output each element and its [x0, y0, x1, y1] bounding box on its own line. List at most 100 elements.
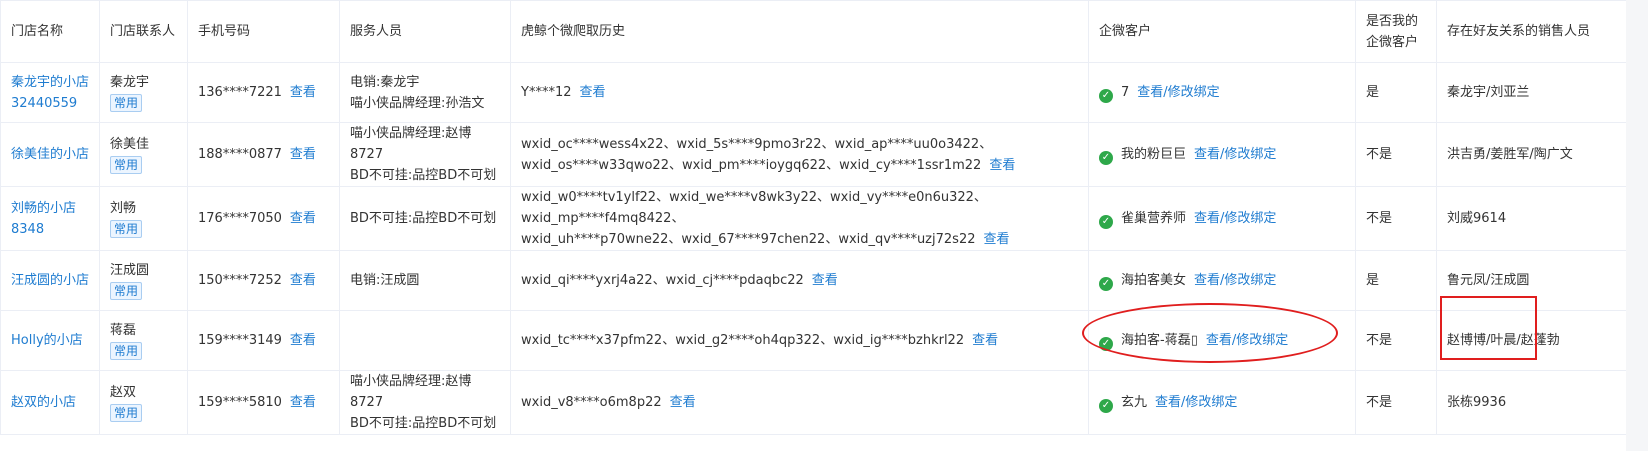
view-phone-link[interactable]: 查看: [290, 333, 316, 348]
view-history-link[interactable]: 查看: [989, 158, 1015, 173]
view-edit-binding-link[interactable]: 查看/修改绑定: [1194, 211, 1276, 226]
common-tag: 常用: [110, 219, 143, 238]
view-phone-link[interactable]: 查看: [290, 147, 316, 162]
table-row: 刘畅的小店8348 刘畅常用 176****7050 查看 BD不可挂:品控BD不…: [0, 186, 1627, 251]
service-staff-cell: 电销:秦龙宇喵小侠品牌经理:孙浩文: [339, 62, 511, 123]
service-staff-cell: BD不可挂:品控BD不可划: [339, 186, 511, 251]
table-row: Holly的小店 蒋磊 常用 159****3149 查看 wxid_tc****x…: [0, 310, 1627, 371]
service-staff-line: BD不可挂:品控BD不可划: [350, 211, 497, 226]
wecom-customer-name: 我的粉巨巨: [1121, 147, 1187, 162]
service-staff-line: 喵小侠品牌经理:赵博8727: [350, 374, 472, 410]
phone-number: 159****3149: [198, 333, 282, 348]
phone-number: 136****7221: [198, 85, 282, 100]
wecom-customer-cell: ✓ 雀巢营养师 查看/修改绑定: [1088, 186, 1356, 251]
view-history-link[interactable]: 查看: [983, 232, 1009, 247]
view-phone-link[interactable]: 查看: [290, 85, 316, 100]
check-circle-icon: ✓: [1099, 215, 1113, 229]
phone-number: 188****0877: [198, 147, 282, 162]
check-circle-icon: ✓: [1099, 399, 1113, 413]
phone-cell: 188****0877 查看: [187, 122, 340, 187]
common-tag: 常用: [110, 155, 143, 174]
friend-sales-cell: 张栋9936: [1436, 370, 1627, 435]
phone-cell: 159****5810 查看: [187, 370, 340, 435]
service-staff-cell: 电销:汪成圆: [339, 250, 511, 311]
wecom-customer-cell: ✓ 我的粉巨巨 查看/修改绑定: [1088, 122, 1356, 187]
wecom-customer-name: 7: [1121, 85, 1130, 100]
contact-name: 徐美佳: [110, 136, 150, 152]
store-table: 门店名称 门店联系人 手机号码 服务人员 虎鲸个微爬取历史 企微客户 是否我的企…: [0, 0, 1627, 435]
phone-cell: 176****7050 查看: [187, 186, 340, 251]
view-phone-link[interactable]: 查看: [290, 395, 316, 410]
view-history-link[interactable]: 查看: [972, 333, 998, 348]
view-edit-binding-link[interactable]: 查看/修改绑定: [1206, 333, 1288, 348]
view-edit-binding-link[interactable]: 查看/修改绑定: [1194, 273, 1276, 288]
header-store-contact: 门店联系人: [99, 0, 188, 63]
wecom-customer-name: 海拍客美女: [1121, 273, 1187, 288]
store-name-cell: 秦龙宇的小店32440559: [0, 62, 100, 123]
contact-cell: 汪成圆 常用: [99, 250, 188, 311]
view-history-link[interactable]: 查看: [579, 85, 605, 100]
crawl-history-cell: wxid_oc****wess4x22、wxid_5s****9pmo3r22、…: [510, 122, 1089, 187]
service-staff-line: 喵小侠品牌经理:孙浩文: [350, 95, 485, 111]
view-history-link[interactable]: 查看: [812, 273, 838, 288]
phone-cell: 159****3149 查看: [187, 310, 340, 371]
crawl-history-cell: Y****12 查看: [510, 62, 1089, 123]
is-my-customer-cell: 是: [1355, 62, 1437, 123]
store-name-link[interactable]: 徐美佳的小店: [11, 147, 89, 162]
check-circle-icon: ✓: [1099, 277, 1113, 291]
common-tag: 常用: [110, 403, 143, 422]
crawl-history-text: wxid_tc****x37pfm22、wxid_g2****oh4qp322、…: [521, 333, 965, 348]
header-is-my-customer: 是否我的企微客户: [1355, 0, 1437, 63]
wecom-customer-cell: ✓ 7 查看/修改绑定: [1088, 62, 1356, 123]
wecom-customer-name: 雀巢营养师: [1121, 211, 1187, 226]
store-name-cell: 徐美佳的小店: [0, 122, 100, 187]
friend-sales-cell: 赵博博/叶晨/赵蓬勃: [1436, 310, 1627, 371]
view-edit-binding-link[interactable]: 查看/修改绑定: [1155, 395, 1237, 410]
header-wecom-customer: 企微客户: [1088, 0, 1356, 63]
service-staff-line: 喵小侠品牌经理:赵博8727: [350, 126, 472, 162]
header-phone: 手机号码: [187, 0, 340, 63]
table-row: 赵双的小店 赵双 常用 159****5810 查看 喵小侠品牌经理:赵博8727 B…: [0, 370, 1627, 435]
phone-number: 159****5810: [198, 395, 282, 410]
crawl-history-text: wxid_qi****yxrj4a22、wxid_cj****pdaqbc22: [521, 273, 804, 288]
store-name-link[interactable]: Holly的小店: [11, 333, 83, 348]
view-history-link[interactable]: 查看: [670, 395, 696, 410]
crawl-history-cell: wxid_v8****o6m8p22 查看: [510, 370, 1089, 435]
header-crawl-history: 虎鲸个微爬取历史: [510, 0, 1089, 63]
store-name-link[interactable]: 汪成圆的小店: [11, 273, 89, 288]
store-name-link[interactable]: 秦龙宇的小店32440559: [11, 75, 89, 111]
service-staff-line: 电销:秦龙宇: [350, 74, 420, 90]
store-name-link[interactable]: 刘畅的小店8348: [11, 201, 76, 237]
contact-cell: 赵双 常用: [99, 370, 188, 435]
is-my-customer-cell: 不是: [1355, 310, 1437, 371]
friend-sales-cell: 秦龙宇/刘亚兰: [1436, 62, 1627, 123]
view-phone-link[interactable]: 查看: [290, 211, 316, 226]
wecom-customer-name: 玄九: [1121, 395, 1148, 410]
contact-name: 秦龙宇: [110, 74, 150, 90]
check-circle-icon: ✓: [1099, 337, 1113, 351]
contact-cell: 秦龙宇 常用: [99, 62, 188, 123]
store-name-cell: Holly的小店: [0, 310, 100, 371]
store-name-link[interactable]: 赵双的小店: [11, 395, 76, 410]
table-row: 汪成圆的小店 汪成圆 常用 150****7252 查看 电销:汪成圆 wxid_q…: [0, 250, 1627, 311]
phone-cell: 136****7221 查看: [187, 62, 340, 123]
view-edit-binding-link[interactable]: 查看/修改绑定: [1137, 85, 1219, 100]
common-tag: 常用: [110, 281, 143, 300]
scrollbar-track[interactable]: [1626, 0, 1648, 451]
contact-cell: 蒋磊 常用: [99, 310, 188, 371]
friend-sales-cell: 鲁元凤/汪成圆: [1436, 250, 1627, 311]
is-my-customer-cell: 是: [1355, 250, 1437, 311]
crawl-history-line: wxid_os****w33qwo22、wxid_pm****ioygq622、…: [521, 157, 982, 173]
view-phone-link[interactable]: 查看: [290, 273, 316, 288]
contact-cell: 刘畅 常用: [99, 186, 188, 251]
contact-name: 刘畅: [110, 200, 137, 216]
crawl-history-line: wxid_oc****wess4x22、wxid_5s****9pmo3r22、…: [521, 136, 993, 152]
header-friend-sales: 存在好友关系的销售人员: [1436, 0, 1627, 63]
contact-name: 赵双: [110, 384, 137, 400]
common-tag: 常用: [110, 93, 143, 112]
check-circle-icon: ✓: [1099, 89, 1113, 103]
header-service-staff: 服务人员: [339, 0, 511, 63]
is-my-customer-cell: 不是: [1355, 122, 1437, 187]
friend-sales-cell: 刘威9614: [1436, 186, 1627, 251]
view-edit-binding-link[interactable]: 查看/修改绑定: [1194, 147, 1276, 162]
